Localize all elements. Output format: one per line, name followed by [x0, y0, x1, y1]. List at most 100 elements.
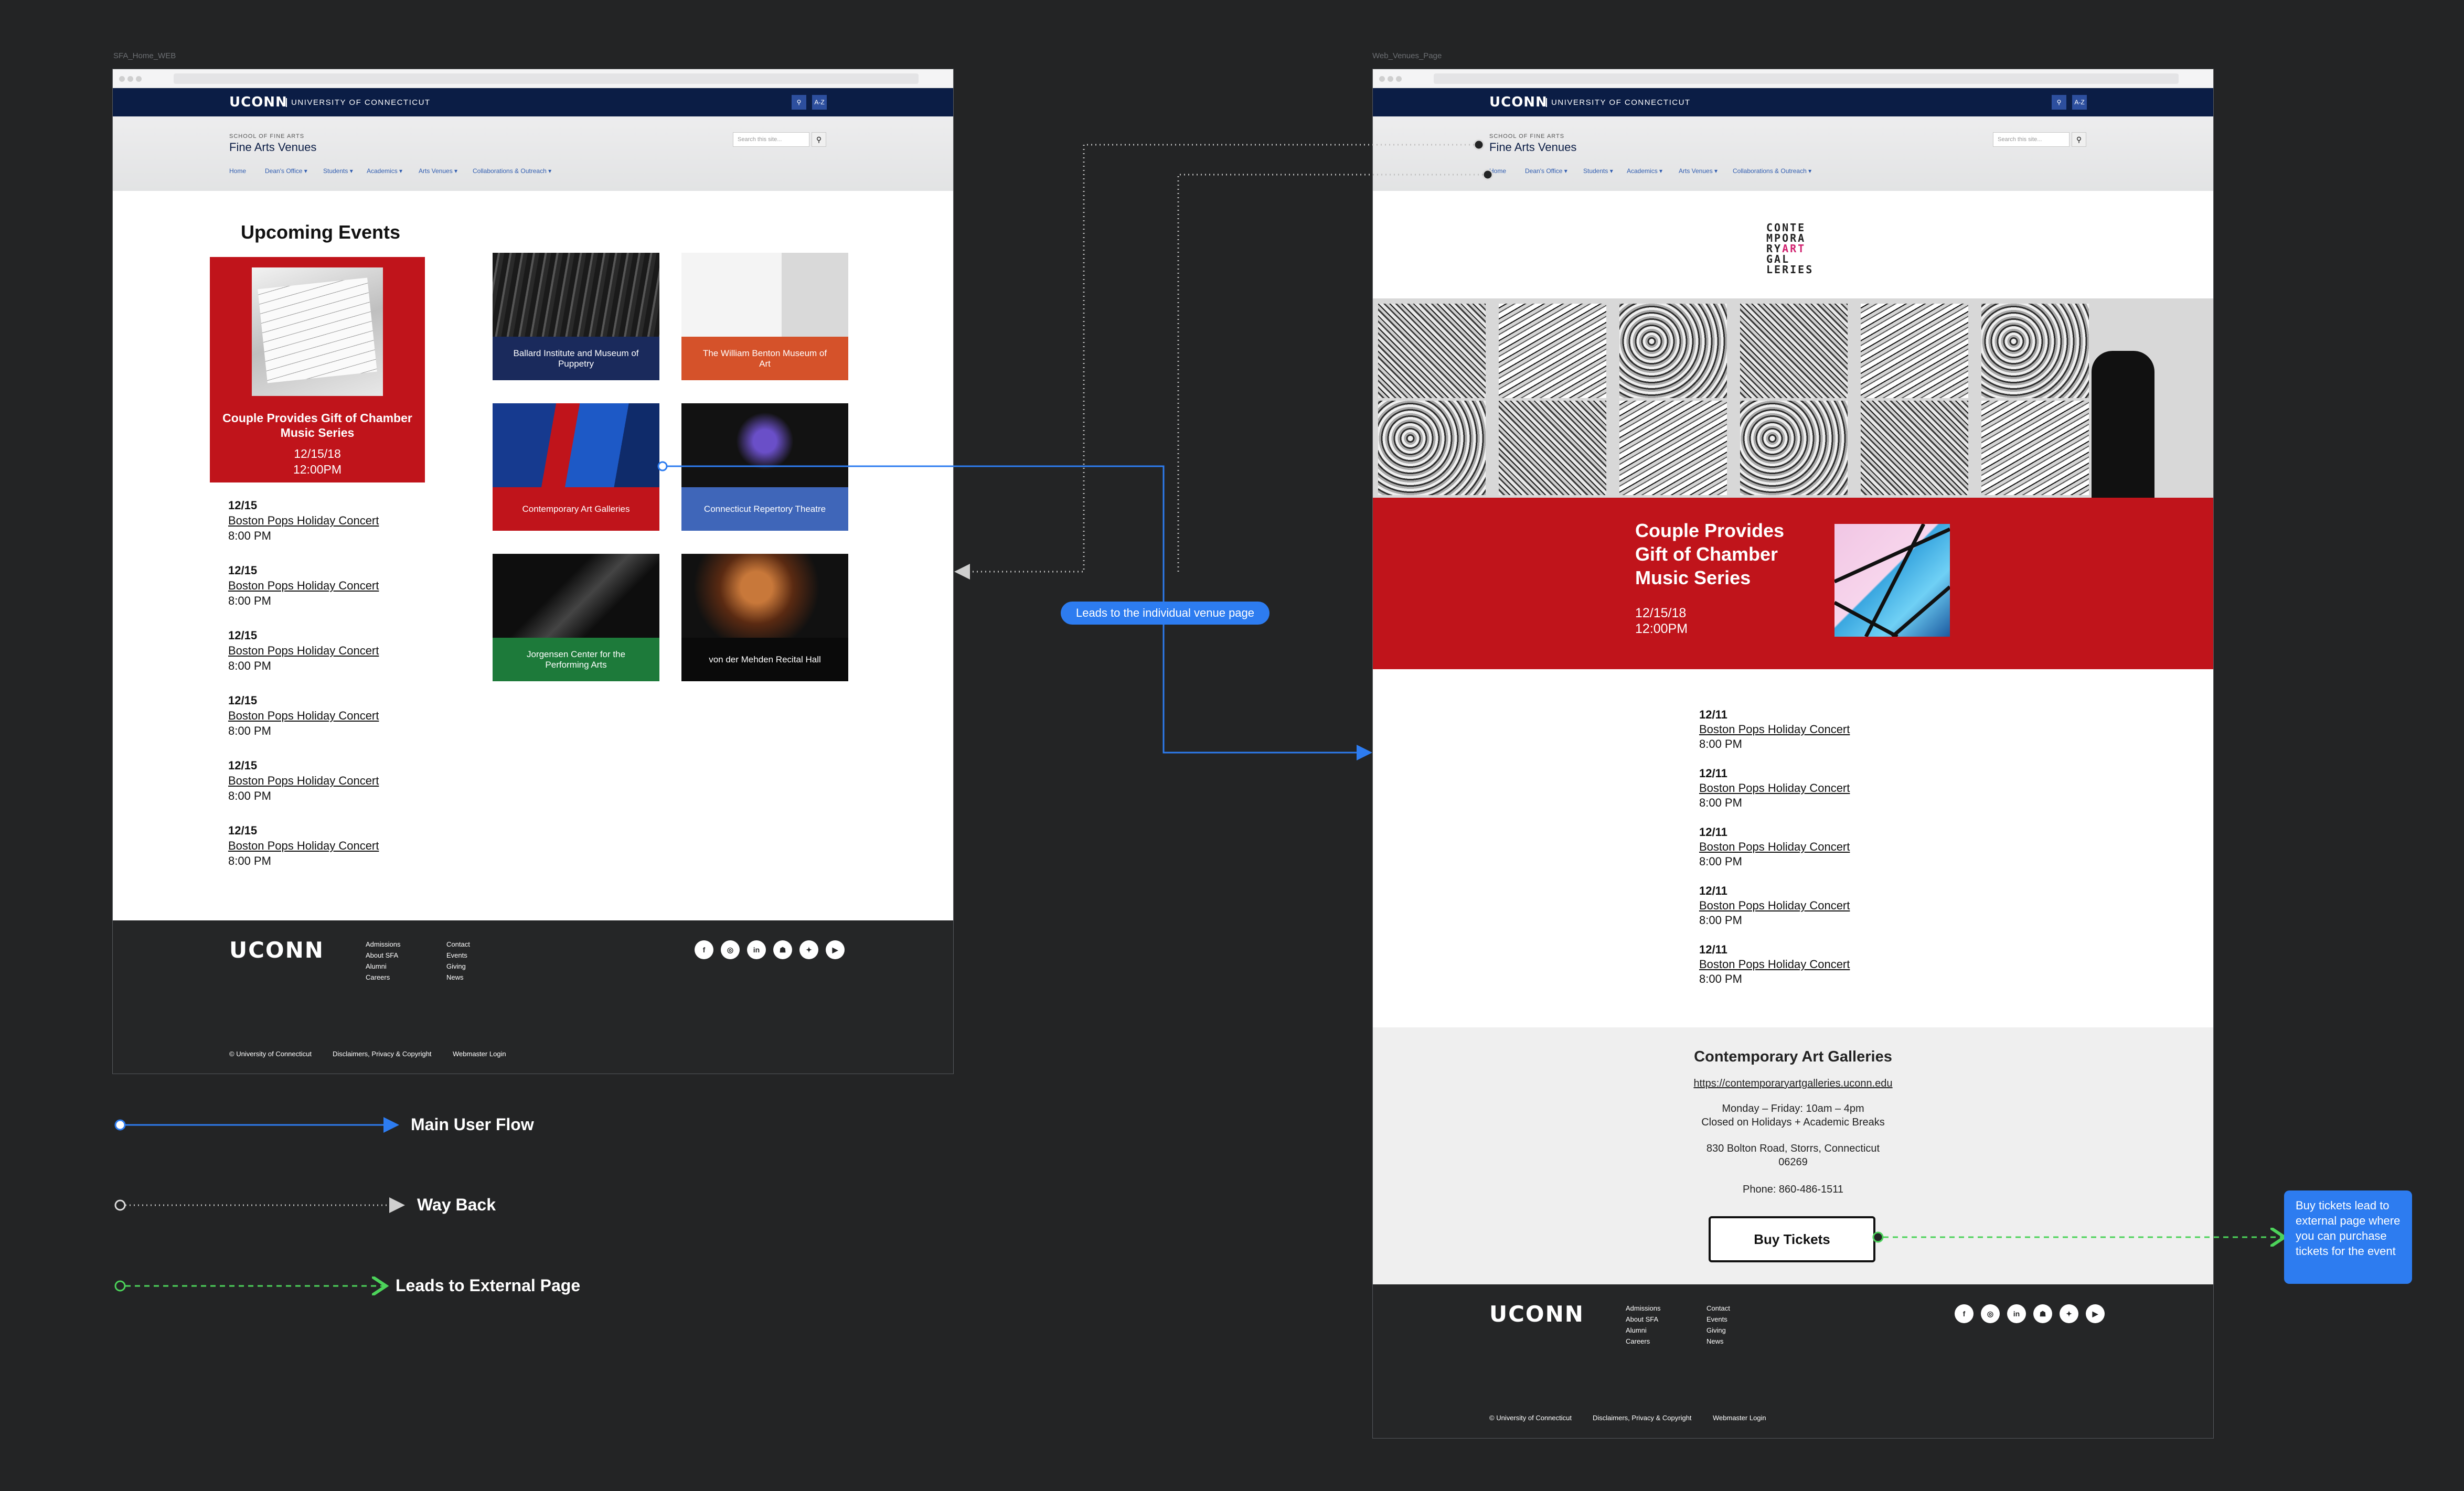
event-link[interactable]: Boston Pops Holiday Concert [228, 774, 379, 788]
youtube-icon[interactable]: ▶ [2086, 1304, 2105, 1323]
featured-event-banner[interactable]: Couple Provides Gift of Chamber Music Seri… [1373, 498, 2213, 669]
instagram-icon[interactable]: ◎ [1981, 1304, 2000, 1323]
event-date: 12/15 [228, 629, 258, 642]
footer-uconn-logo[interactable]: UCONN [1489, 1301, 1584, 1327]
disclaimers-link[interactable]: Disclaimers, Privacy & Copyright [1593, 1414, 1692, 1422]
venue-info-panel: Contemporary Art Galleries https://conte… [1373, 1027, 2213, 1284]
site-header: SCHOOL OF FINE ARTS Fine Arts Venues Sea… [1373, 116, 2213, 191]
search-icon[interactable]: ⚲ [792, 95, 806, 110]
url-bar[interactable] [174, 73, 919, 84]
footer-link[interactable]: Admissions [366, 940, 400, 948]
search-icon[interactable]: ⚲ [2072, 132, 2086, 147]
venue-card[interactable]: The William Benton Museum of Art [681, 253, 848, 380]
twitter-icon[interactable]: ✦ [2060, 1304, 2078, 1323]
logo-line: RYART [1766, 242, 1806, 255]
event-link[interactable]: Boston Pops Holiday Concert [228, 839, 379, 853]
twitter-icon[interactable]: ✦ [799, 940, 818, 959]
nav-item[interactable]: Home [1489, 167, 1506, 175]
event-date: 12/15 [228, 499, 258, 512]
venue-card[interactable]: Connecticut Repertory Theatre [681, 403, 848, 531]
footer-link[interactable]: About SFA [1626, 1315, 1658, 1323]
facebook-icon[interactable]: f [695, 940, 713, 959]
site-title[interactable]: Fine Arts Venues [1489, 141, 1576, 154]
search-input[interactable]: Search this site... [733, 132, 809, 147]
nav-item[interactable]: Dean's Office ▾ [1525, 167, 1567, 175]
nav-item[interactable]: Arts Venues ▾ [1679, 167, 1718, 175]
nav-item[interactable]: Dean's Office ▾ [265, 167, 307, 175]
nav-item[interactable]: Academics ▾ [367, 167, 402, 175]
webmaster-login-link[interactable]: Webmaster Login [1713, 1414, 1766, 1422]
youtube-icon[interactable]: ▶ [826, 940, 845, 959]
url-bar[interactable] [1434, 73, 2179, 84]
event-link[interactable]: Boston Pops Holiday Concert [228, 644, 379, 658]
venue-website-link[interactable]: https://contemporaryartgalleries.uconn.e… [1373, 1078, 2213, 1090]
facebook-icon[interactable]: f [1955, 1304, 1974, 1323]
window-dot-icon [136, 76, 142, 82]
event-link[interactable]: Boston Pops Holiday Concert [1699, 958, 1850, 971]
search-icon[interactable]: ⚲ [812, 132, 826, 147]
nav-item[interactable]: Academics ▾ [1627, 167, 1662, 175]
venue-card[interactable]: von der Mehden Recital Hall [681, 554, 848, 681]
footer-link[interactable]: Contact [1706, 1304, 1730, 1312]
snapchat-icon[interactable]: ☗ [2033, 1304, 2052, 1323]
nav-item[interactable]: Students ▾ [323, 167, 353, 175]
footer-link[interactable]: Careers [366, 973, 390, 981]
event-link[interactable]: Boston Pops Holiday Concert [1699, 840, 1850, 854]
buy-tickets-button[interactable]: Buy Tickets [1709, 1216, 1875, 1262]
nav-item[interactable]: Collaborations & Outreach ▾ [1733, 167, 1811, 175]
webmaster-login-link[interactable]: Webmaster Login [453, 1050, 506, 1058]
nav-item[interactable]: Home [229, 167, 246, 175]
university-name: UNIVERSITY OF CONNECTICUT [286, 98, 431, 107]
footer-link[interactable]: Admissions [1626, 1304, 1660, 1312]
instagram-icon[interactable]: ◎ [721, 940, 740, 959]
snapchat-icon[interactable]: ☗ [773, 940, 792, 959]
disclaimers-link[interactable]: Disclaimers, Privacy & Copyright [333, 1050, 432, 1058]
footer-link[interactable]: Alumni [366, 962, 387, 970]
featured-event-card[interactable]: Couple Provides Gift of Chamber Music Se… [210, 257, 425, 482]
event-link[interactable]: Boston Pops Holiday Concert [1699, 723, 1850, 736]
legend-way-back: Way Back [417, 1195, 496, 1214]
nav-item[interactable]: Students ▾ [1583, 167, 1613, 175]
venue-card[interactable]: Jorgensen Center for the Performing Arts [493, 554, 659, 681]
site-title[interactable]: Fine Arts Venues [229, 141, 316, 154]
venue-image [681, 253, 848, 337]
search-icon[interactable]: ⚲ [2052, 95, 2066, 110]
footer-link[interactable]: Events [446, 951, 467, 959]
event-link[interactable]: Boston Pops Holiday Concert [1699, 781, 1850, 795]
event-date: 12/11 [1699, 943, 1727, 956]
home-page-frame: UCONN UNIVERSITY OF CONNECTICUT ⚲ A-Z SC… [112, 69, 954, 1074]
search-input[interactable]: Search this site... [1993, 132, 2070, 147]
footer-link[interactable]: Careers [1626, 1337, 1650, 1345]
event-link[interactable]: Boston Pops Holiday Concert [228, 514, 379, 528]
footer-link[interactable]: Alumni [1626, 1326, 1647, 1334]
nav-item[interactable]: Collaborations & Outreach ▾ [473, 167, 551, 175]
event-time: 8:00 PM [228, 724, 271, 737]
linkedin-icon[interactable]: in [747, 940, 766, 959]
footer-link[interactable]: Contact [446, 940, 470, 948]
linkedin-icon[interactable]: in [2007, 1304, 2026, 1323]
event-date: 12/11 [1699, 884, 1727, 897]
window-dot-icon [1388, 76, 1393, 82]
event-date: 12/15 [228, 564, 258, 577]
uconn-logo[interactable]: UCONN [1489, 94, 1548, 110]
event-link[interactable]: Boston Pops Holiday Concert [1699, 899, 1850, 913]
site-footer: UCONN Admissions About SFA Alumni Careers Con… [113, 920, 953, 1074]
footer-link[interactable]: News [446, 973, 464, 981]
legend-external-page: Leads to External Page [396, 1276, 581, 1295]
uconn-logo[interactable]: UCONN [229, 94, 287, 110]
event-link[interactable]: Boston Pops Holiday Concert [228, 709, 379, 723]
venue-card[interactable]: Contemporary Art Galleries [493, 403, 659, 531]
uconn-topbar: UCONN UNIVERSITY OF CONNECTICUT ⚲ A-Z [113, 88, 953, 116]
a-z-button[interactable]: A-Z [812, 95, 827, 110]
footer-link[interactable]: Giving [446, 962, 466, 970]
footer-link[interactable]: Events [1706, 1315, 1727, 1323]
footer-link[interactable]: About SFA [366, 951, 398, 959]
venue-card[interactable]: Ballard Institute and Museum of Puppetry [493, 253, 659, 380]
footer-uconn-logo[interactable]: UCONN [229, 937, 324, 963]
footer-link[interactable]: Giving [1706, 1326, 1726, 1334]
a-z-button[interactable]: A-Z [2072, 95, 2087, 110]
nav-item[interactable]: Arts Venues ▾ [419, 167, 457, 175]
footer-link[interactable]: News [1706, 1337, 1724, 1345]
event-link[interactable]: Boston Pops Holiday Concert [228, 579, 379, 593]
venue-card-label: Contemporary Art Galleries [493, 487, 659, 531]
